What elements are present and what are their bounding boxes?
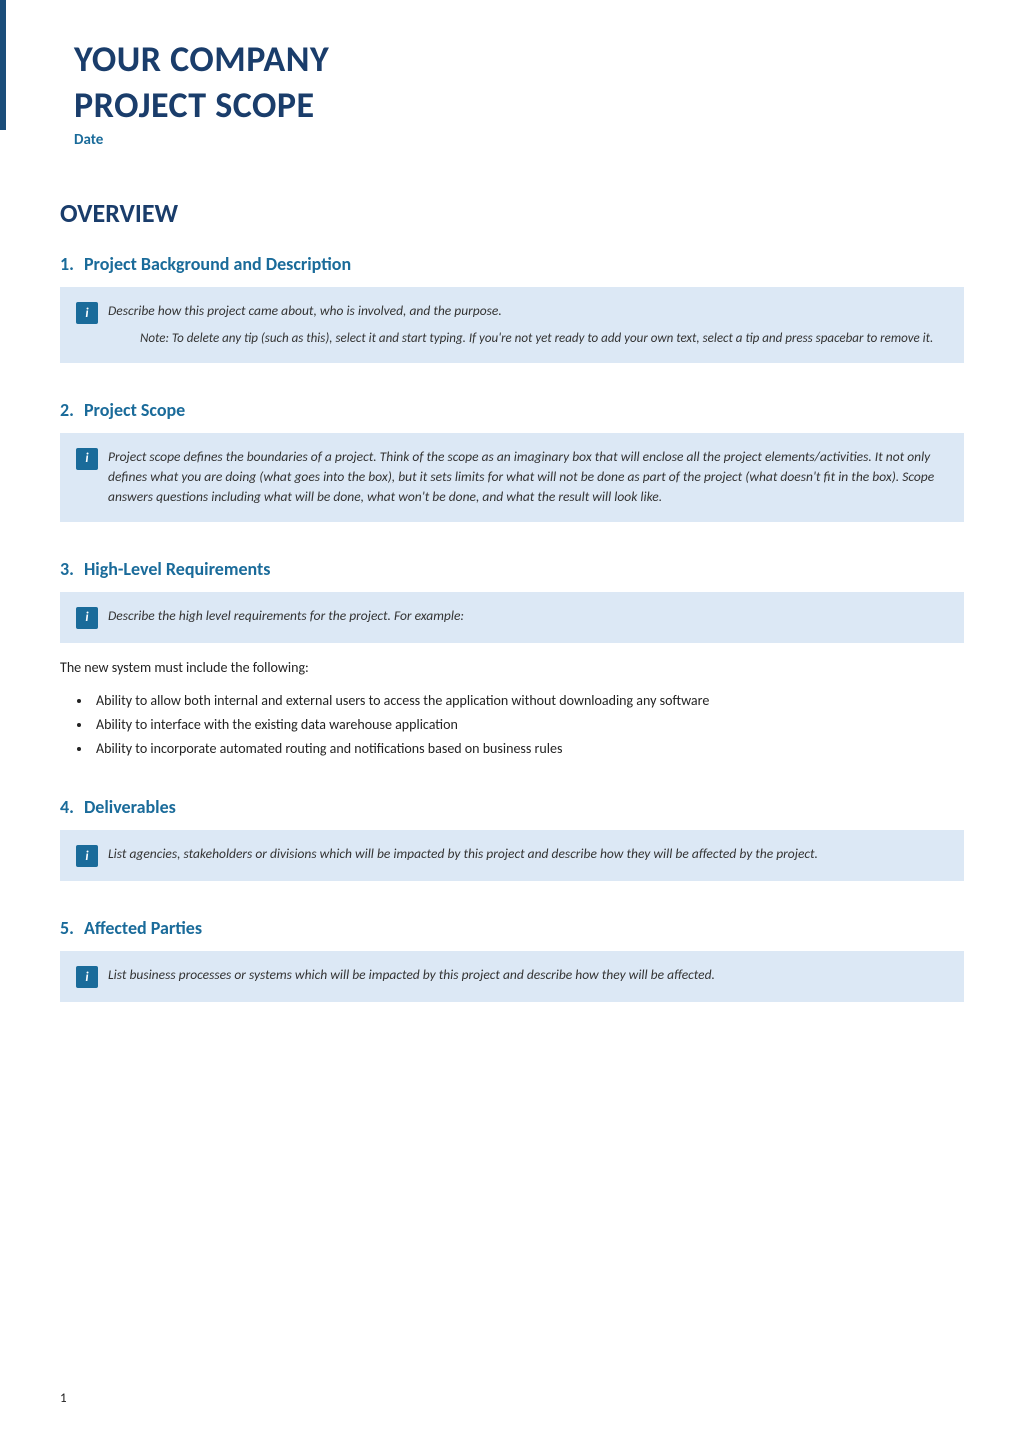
- section-1-info-box: i Describe how this project came about, …: [60, 287, 964, 363]
- section-3: 3. High-Level Requirements i Describe th…: [60, 558, 964, 761]
- section-5-title: Affected Parties: [84, 917, 202, 939]
- company-title-line1: YOUR COMPANY: [74, 40, 964, 80]
- section-1-info-icon: i: [76, 302, 98, 324]
- section-1-info-text: Describe how this project came about, wh…: [108, 301, 933, 321]
- section-2-title: Project Scope: [84, 399, 185, 421]
- section-1-note-text: Note: To delete any tip (such as this), …: [108, 329, 933, 349]
- bullet-item-1: Ability to allow both internal and exter…: [92, 689, 964, 713]
- section-4-heading: 4. Deliverables: [60, 796, 964, 818]
- section-4-info-text: List agencies, stakeholders or divisions…: [108, 844, 818, 864]
- section-3-heading: 3. High-Level Requirements: [60, 558, 964, 580]
- section-5-info-text: List business processes or systems which…: [108, 965, 715, 985]
- section-2-info-text: Project scope defines the boundaries of …: [108, 447, 948, 508]
- section-1-heading: 1. Project Background and Description: [60, 253, 964, 275]
- section-2-heading: 2. Project Scope: [60, 399, 964, 421]
- section-2-info-icon: i: [76, 448, 98, 470]
- section-3-body-text: The new system must include the followin…: [60, 657, 964, 679]
- page-container: YOUR COMPANY PROJECT SCOPE Date OVERVIEW…: [0, 0, 1024, 1430]
- section-3-info-box: i Describe the high level requirements f…: [60, 592, 964, 643]
- section-5-heading: 5. Affected Parties: [60, 917, 964, 939]
- section-3-number: 3.: [60, 558, 74, 580]
- section-1-number: 1.: [60, 253, 74, 275]
- section-2: 2. Project Scope i Project scope defines…: [60, 399, 964, 522]
- date-label: Date: [74, 131, 964, 149]
- section-1-title: Project Background and Description: [84, 253, 351, 275]
- section-3-info-text: Describe the high level requirements for…: [108, 606, 464, 626]
- section-4-info-box: i List agencies, stakeholders or divisio…: [60, 830, 964, 881]
- section-5-info-box: i List business processes or systems whi…: [60, 951, 964, 1002]
- overview-title: OVERVIEW: [60, 197, 964, 229]
- section-4-title: Deliverables: [84, 796, 176, 818]
- bullet-item-2: Ability to interface with the existing d…: [92, 713, 964, 737]
- company-title-line2: PROJECT SCOPE: [74, 86, 964, 126]
- section-4-info-icon: i: [76, 845, 98, 867]
- header-accent-bar: [0, 0, 6, 130]
- section-5-number: 5.: [60, 917, 74, 939]
- section-2-info-box: i Project scope defines the boundaries o…: [60, 433, 964, 522]
- section-5: 5. Affected Parties i List business proc…: [60, 917, 964, 1002]
- section-2-number: 2.: [60, 399, 74, 421]
- section-4-number: 4.: [60, 796, 74, 818]
- section-1: 1. Project Background and Description i …: [60, 253, 964, 363]
- section-3-bullet-list: Ability to allow both internal and exter…: [60, 689, 964, 760]
- bullet-item-3: Ability to incorporate automated routing…: [92, 737, 964, 761]
- section-4: 4. Deliverables i List agencies, stakeho…: [60, 796, 964, 881]
- section-5-info-icon: i: [76, 966, 98, 988]
- section-3-title: High-Level Requirements: [84, 558, 271, 580]
- section-3-info-icon: i: [76, 607, 98, 629]
- page-number: 1: [60, 1391, 67, 1406]
